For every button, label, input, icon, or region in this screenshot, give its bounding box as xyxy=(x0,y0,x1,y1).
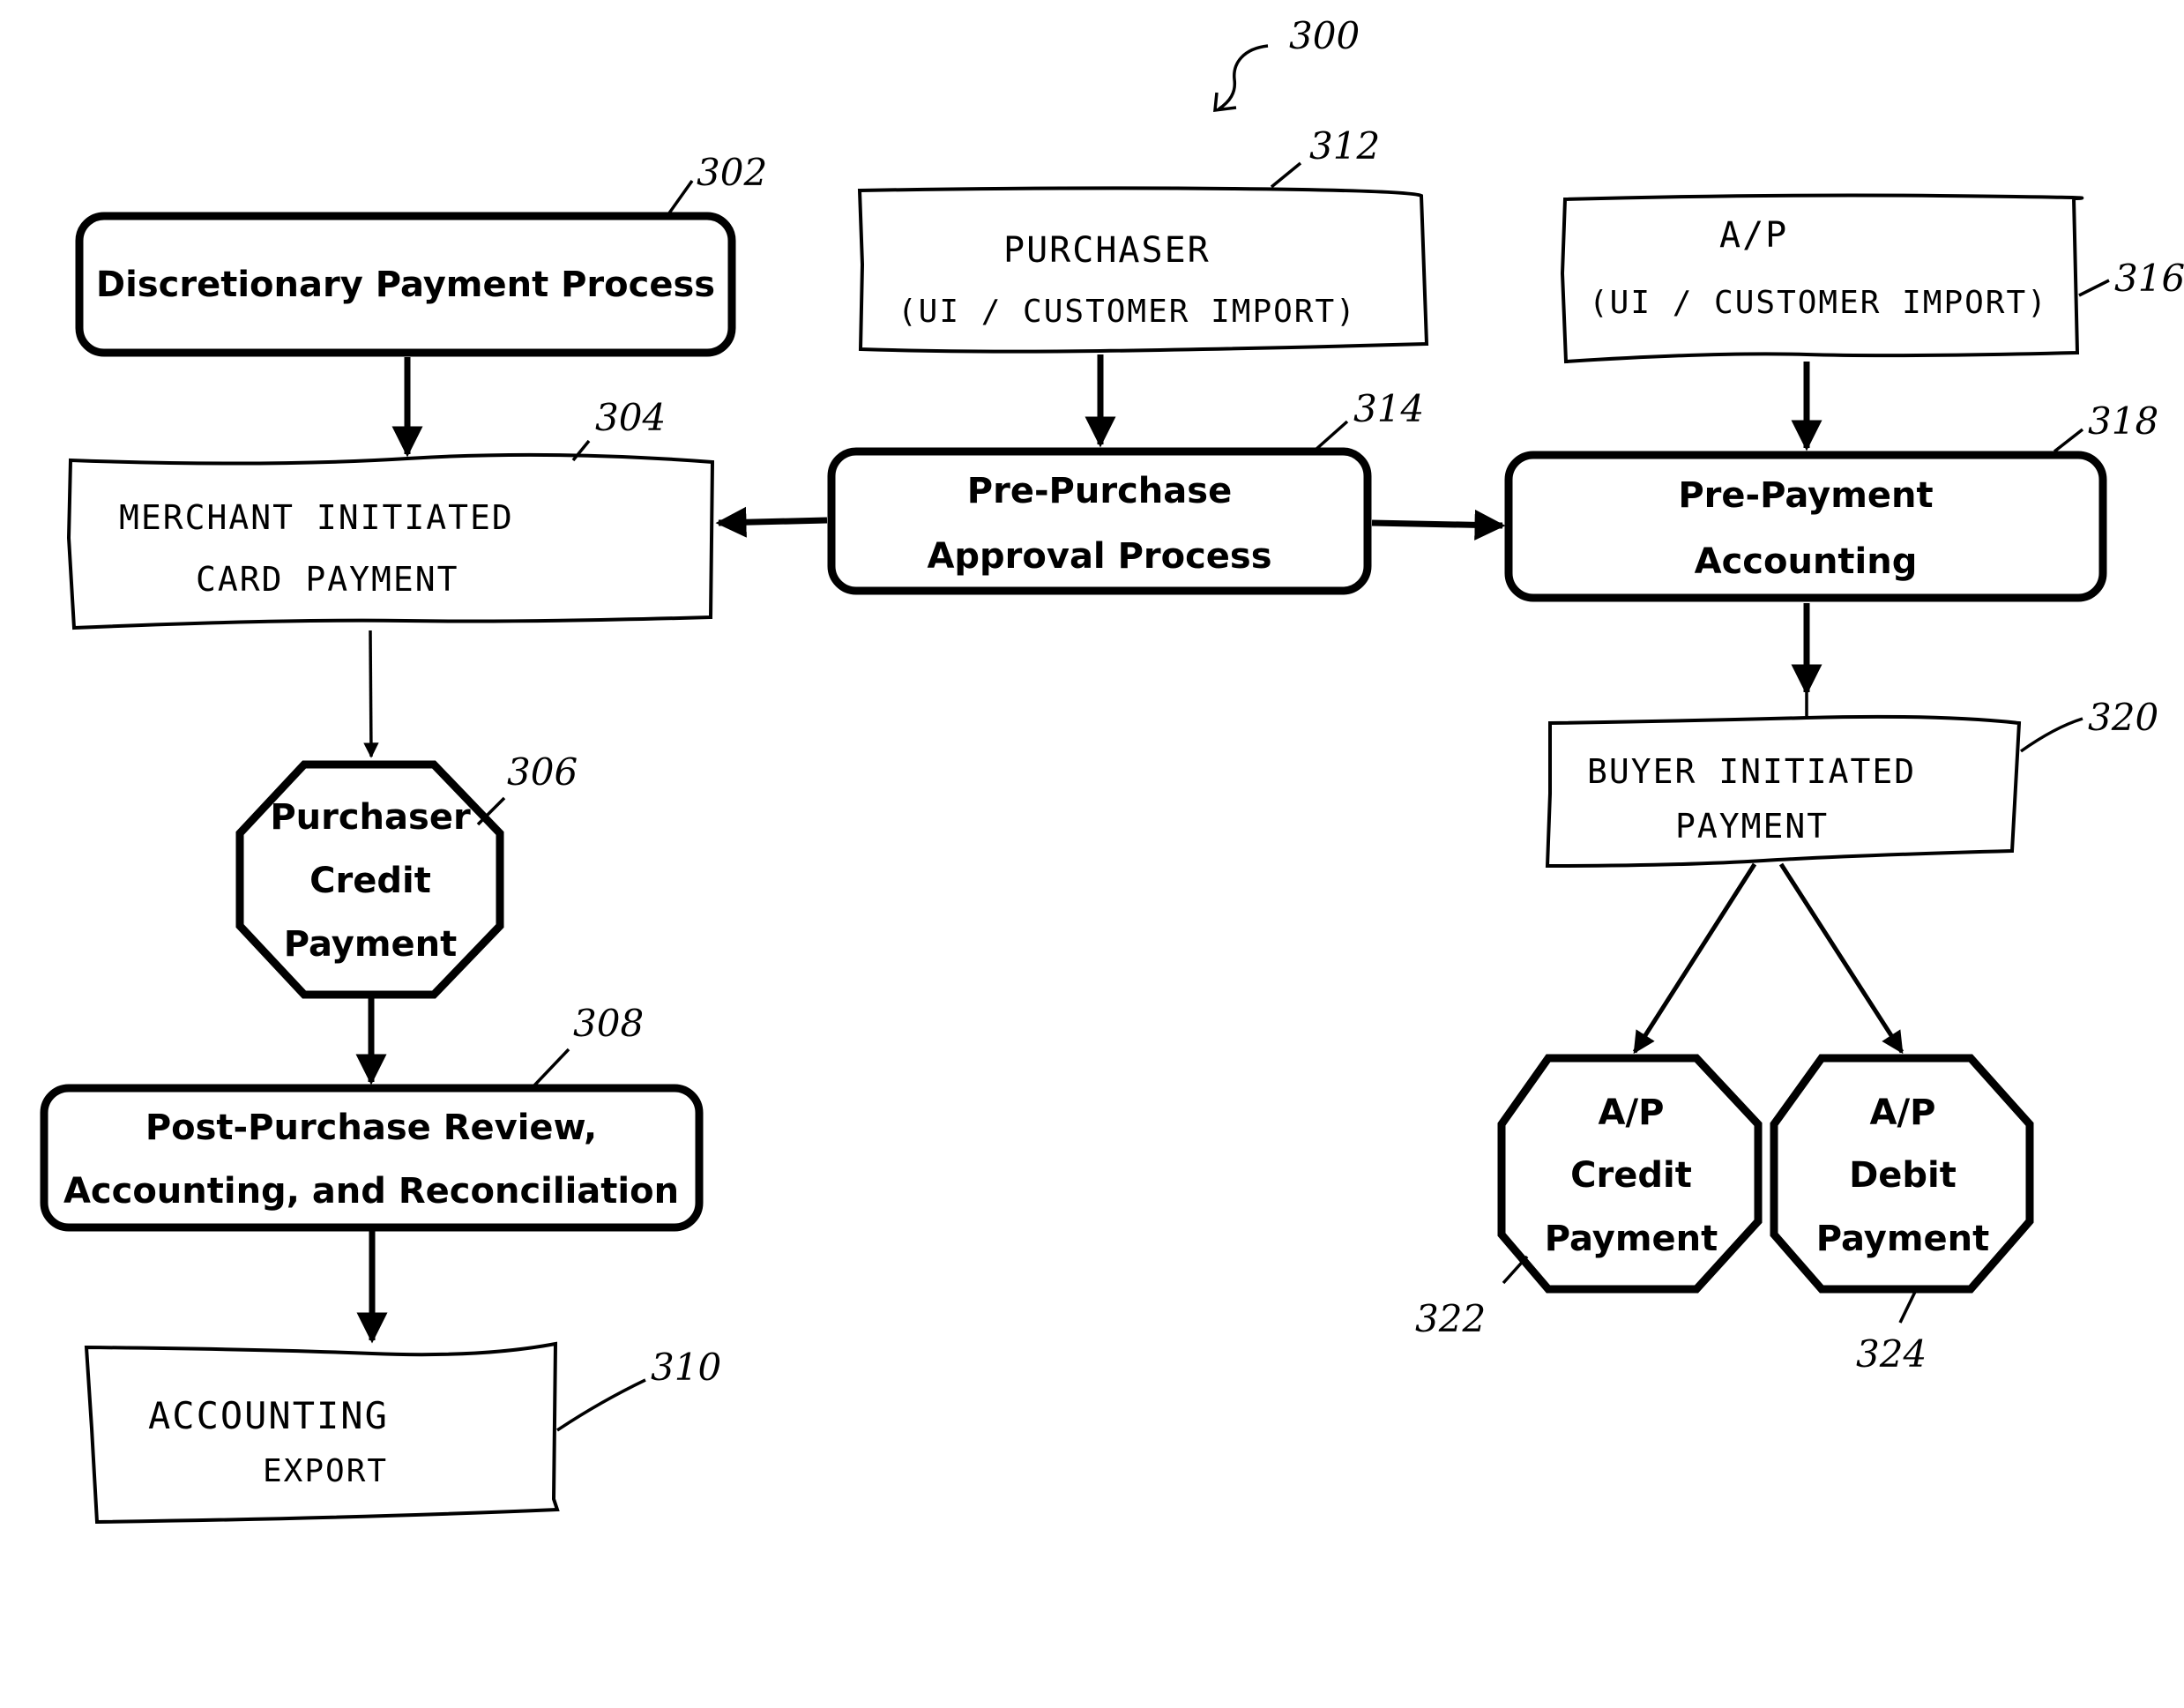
node-316-ref: 316 xyxy=(2114,257,2184,300)
node-304-shape xyxy=(66,452,715,630)
node-314-ref: 314 xyxy=(1353,387,1424,430)
node-320-label-line2: PAYMENT xyxy=(1675,807,1829,846)
node-302-discretionary-payment-process: Discretionary Payment Process 302 xyxy=(75,151,767,357)
node-314-pre-purchase-approval-process: Pre-Purchase Approval Process 314 xyxy=(827,387,1424,595)
node-318-label-line1: Pre-Payment xyxy=(1678,475,1933,516)
node-320-label-line1: BUYER INITIATED xyxy=(1587,752,1916,791)
node-316-label-line2: (UI / CUSTOMER IMPORT) xyxy=(1589,285,2048,321)
node-324-ap-debit-payment: A/P Debit Payment 324 xyxy=(1770,1054,2034,1376)
node-312-leader xyxy=(1270,161,1302,189)
edge-320-322 xyxy=(1632,862,1757,1055)
node-304-label-line1: MERCHANT INITIATED xyxy=(119,498,514,537)
node-324-leader xyxy=(1898,1291,1917,1324)
node-304-ref: 304 xyxy=(595,396,666,439)
edge-304-306 xyxy=(363,630,379,758)
node-314-label-line1: Pre-Purchase xyxy=(967,471,1232,511)
node-324-label-line2: Debit xyxy=(1849,1155,1957,1196)
node-314-label-line2: Approval Process xyxy=(927,536,1271,577)
node-316-shape xyxy=(1560,193,2084,364)
node-310-accounting-export: ACCOUNTING EXPORT 310 xyxy=(84,1341,721,1525)
node-324-label-line3: Payment xyxy=(1816,1219,1989,1259)
node-322-ref: 322 xyxy=(1415,1297,1486,1340)
node-324-label-line1: A/P xyxy=(1870,1093,1936,1133)
node-312-purchaser-input: PURCHASER (UI / CUSTOMER IMPORT) 312 xyxy=(857,124,1429,354)
node-308-leader xyxy=(532,1048,570,1088)
node-322-ap-credit-payment: A/P Credit Payment 322 xyxy=(1415,1054,1763,1340)
node-304-merchant-initiated-card-payment: MERCHANT INITIATED CARD PAYMENT 304 xyxy=(66,396,715,630)
edge-320-324 xyxy=(1778,862,1904,1055)
node-302-label: Discretionary Payment Process xyxy=(96,265,715,305)
node-320-buyer-initiated-payment: BUYER INITIATED PAYMENT 320 xyxy=(1545,696,2158,869)
node-316-label-line1: A/P xyxy=(1719,215,1788,256)
node-308-ref: 308 xyxy=(573,1002,644,1045)
node-312-label-line2: (UI / CUSTOMER IMPORT) xyxy=(898,294,1357,330)
figure-reference: 300 xyxy=(1213,14,1360,113)
node-306-label-line3: Payment xyxy=(284,924,457,965)
node-314-leader xyxy=(1314,420,1349,451)
node-308-label-line1: Post-Purchase Review, xyxy=(145,1108,597,1148)
node-322-label-line1: A/P xyxy=(1599,1093,1665,1133)
node-316-ap-input: A/P (UI / CUSTOMER IMPORT) 316 xyxy=(1560,193,2184,364)
node-302-ref: 302 xyxy=(697,151,767,194)
node-318-ref: 318 xyxy=(2088,399,2158,443)
figure-reference-arrow xyxy=(1217,44,1269,111)
node-310-label-line2: EXPORT xyxy=(263,1453,388,1489)
node-302-leader xyxy=(667,179,694,216)
figure-reference-label: 300 xyxy=(1289,14,1360,57)
node-322-label-line2: Credit xyxy=(1570,1155,1692,1196)
node-322-leader xyxy=(1502,1255,1529,1285)
node-312-ref: 312 xyxy=(1309,124,1380,168)
node-320-ref: 320 xyxy=(2088,696,2158,739)
node-306-purchaser-credit-payment: Purchaser Credit Payment 306 xyxy=(235,750,578,999)
node-306-label-line1: Purchaser xyxy=(270,797,471,838)
node-318-leader xyxy=(2053,428,2084,453)
node-324-ref: 324 xyxy=(1856,1332,1927,1376)
node-306-label-line2: Credit xyxy=(309,861,431,901)
edge-314-318 xyxy=(1371,509,1506,541)
node-318-pre-payment-accounting: Pre-Payment Accounting 318 xyxy=(1504,399,2158,602)
flow-diagram: 300 Discretionary Payment Process 302 ME… xyxy=(40,14,2184,1525)
node-310-leader xyxy=(556,1378,646,1432)
node-318-label-line2: Accounting xyxy=(1695,541,1918,582)
node-312-label-line1: PURCHASER xyxy=(1003,230,1211,271)
edge-314-304 xyxy=(715,506,828,538)
node-310-ref: 310 xyxy=(651,1346,721,1389)
node-320-leader xyxy=(2019,717,2083,753)
node-304-label-line2: CARD PAYMENT xyxy=(196,560,459,599)
node-310-label-line1: ACCOUNTING xyxy=(148,1394,389,1437)
node-322-label-line3: Payment xyxy=(1545,1219,1718,1259)
node-306-ref: 306 xyxy=(507,750,578,794)
node-316-leader xyxy=(2078,279,2110,297)
node-308-label-line2: Accounting, and Reconciliation xyxy=(63,1171,679,1212)
